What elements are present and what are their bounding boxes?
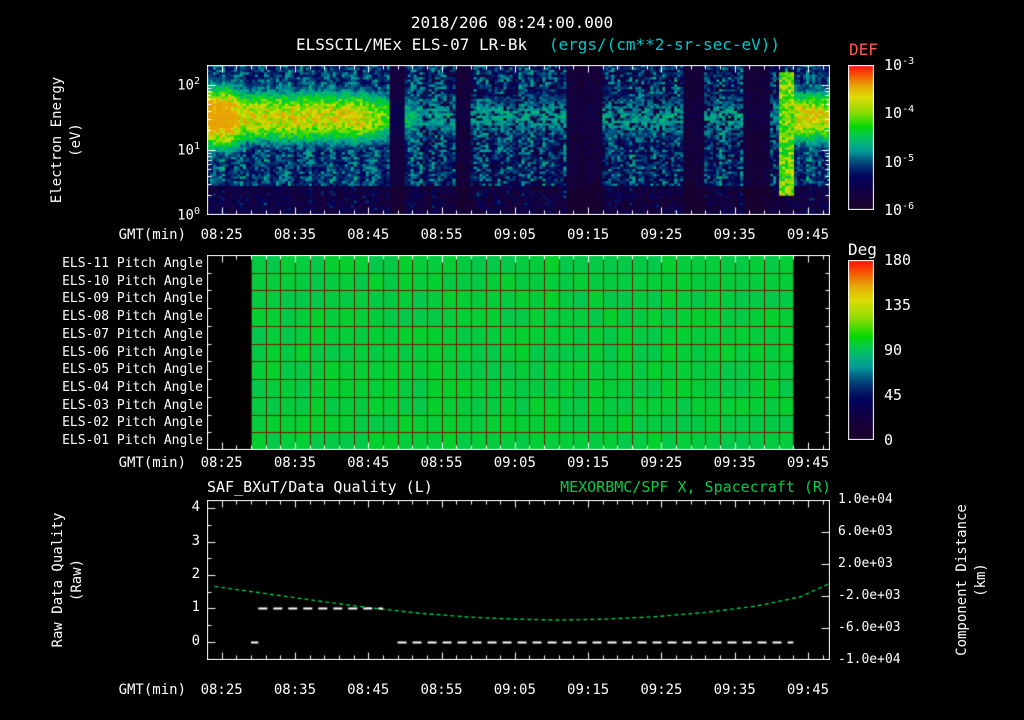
x-tick-label: 09:05	[493, 455, 536, 471]
x-tick-label: 08:25	[200, 455, 243, 471]
right-y-title-line2: (km)	[973, 563, 989, 597]
quality-tick-label: 1	[191, 599, 200, 616]
distance-tick-label: 2.0e+03	[838, 556, 893, 571]
x-tick-label: 08:35	[273, 682, 317, 698]
pitch-row-label: ELS-09 Pitch Angle	[62, 291, 203, 307]
bottom-right-y-axis-title: Component Distance (km)	[953, 440, 991, 720]
pitch-row-label: ELS-07 Pitch Angle	[62, 326, 203, 342]
x-axis-title-panel2: GMT(min)	[118, 455, 186, 471]
left-y-title-line1: Raw Data Quality	[50, 512, 66, 648]
x-tick-label: 08:55	[420, 682, 463, 698]
distance-tick-label: 6.0e+03	[838, 524, 893, 539]
x-axis-title-panel1: GMT(min)	[118, 227, 186, 243]
deg-colorbar	[848, 260, 874, 440]
x-tick-label: 08:55	[420, 227, 463, 243]
x-tick-label: 09:15	[567, 227, 610, 243]
distance-tick-label: 1.0e+04	[838, 492, 893, 507]
x-tick-label: 09:25	[640, 682, 683, 698]
pitch-row-label: ELS-10 Pitch Angle	[62, 273, 203, 289]
x-tick-label: 09:15	[567, 682, 610, 698]
pitch-row-label: ELS-08 Pitch Angle	[62, 309, 203, 325]
x-tick-label: 08:35	[273, 227, 317, 243]
x-tick-label: 09:35	[713, 682, 756, 698]
left-y-title-line2: (Raw)	[69, 558, 85, 602]
x-tick-label: 09:35	[713, 227, 756, 243]
deg-colorbar-tick: 90	[884, 341, 903, 359]
bottom-panel-right-title: MEXORBMC/SPF X, Spacecraft (R)	[560, 478, 831, 496]
pitch-row-label: ELS-03 Pitch Angle	[62, 397, 203, 413]
def-colorbar-tick: 10-4	[884, 104, 915, 123]
spectrogram-canvas	[207, 65, 830, 215]
quality-tick-label: 4	[191, 499, 200, 516]
x-axis-title-panel3: GMT(min)	[118, 682, 186, 698]
pitch-row-label: ELS-06 Pitch Angle	[62, 344, 203, 360]
colorbar-def-label: DEF	[849, 40, 878, 59]
x-tick-label: 09:35	[713, 455, 756, 471]
deg-colorbar-tick: 135	[884, 296, 912, 314]
def-colorbar-tick: 10-5	[884, 152, 915, 171]
quality-tick-label: 2	[191, 566, 200, 582]
quality-distance-canvas	[207, 500, 830, 660]
deg-colorbar-tick: 45	[884, 386, 903, 404]
pitch-row-label: ELS-02 Pitch Angle	[62, 415, 203, 431]
x-tick-label: 09:25	[640, 227, 683, 243]
deg-colorbar-tick: 180	[884, 251, 912, 269]
quality-tick-label: 3	[191, 532, 200, 549]
x-tick-label: 09:05	[493, 227, 536, 243]
x-tick-label: 08:45	[347, 227, 390, 243]
distance-tick-label: -1.0e+04	[838, 652, 901, 667]
pitch-row-label: ELS-05 Pitch Angle	[62, 362, 203, 378]
pitch-row-label: ELS-04 Pitch Angle	[62, 379, 203, 395]
colorbar-deg-label: Deg	[848, 240, 877, 259]
x-tick-label: 09:05	[493, 682, 536, 698]
deg-colorbar-tick: 0	[884, 431, 894, 449]
x-tick-label: 09:45	[786, 227, 830, 243]
bottom-panel-left-title: SAF_BXuT/Data Quality (L)	[207, 478, 433, 496]
x-tick-label: 09:45	[786, 455, 830, 471]
x-tick-label: 09:15	[567, 455, 610, 471]
right-y-title-line1: Component Distance	[954, 504, 970, 656]
x-tick-label: 08:45	[347, 682, 390, 698]
def-colorbar-tick: 10-3	[884, 56, 915, 74]
distance-tick-label: -6.0e+03	[838, 620, 901, 635]
x-tick-label: 08:25	[200, 227, 243, 243]
bottom-left-y-axis-title: Raw Data Quality (Raw)	[49, 450, 87, 710]
energy-tick-label: 102	[177, 75, 200, 94]
pitch-angle-canvas	[207, 255, 830, 450]
def-colorbar	[848, 65, 874, 210]
instrument-title: ELSSCIL/MEx ELS-07 LR-Bk	[295, 35, 528, 54]
def-colorbar-tick: 10-6	[884, 201, 915, 219]
x-tick-label: 08:25	[200, 682, 243, 698]
x-tick-label: 08:35	[273, 455, 317, 471]
distance-tick-label: -2.0e+03	[838, 588, 901, 603]
x-tick-label: 09:45	[786, 682, 830, 698]
quality-tick-label: 0	[191, 632, 200, 649]
pitch-row-label: ELS-01 Pitch Angle	[62, 433, 203, 449]
plot-timestamp: 2018/206 08:24:00.000	[410, 13, 614, 32]
units-label: (ergs/(cm**2-sr-sec-eV))	[548, 35, 780, 54]
x-tick-label: 08:45	[347, 455, 390, 471]
energy-tick-label: 100	[177, 206, 200, 224]
x-tick-label: 09:25	[640, 455, 683, 471]
x-tick-label: 08:55	[420, 455, 463, 471]
energy-tick-label: 101	[177, 140, 200, 159]
